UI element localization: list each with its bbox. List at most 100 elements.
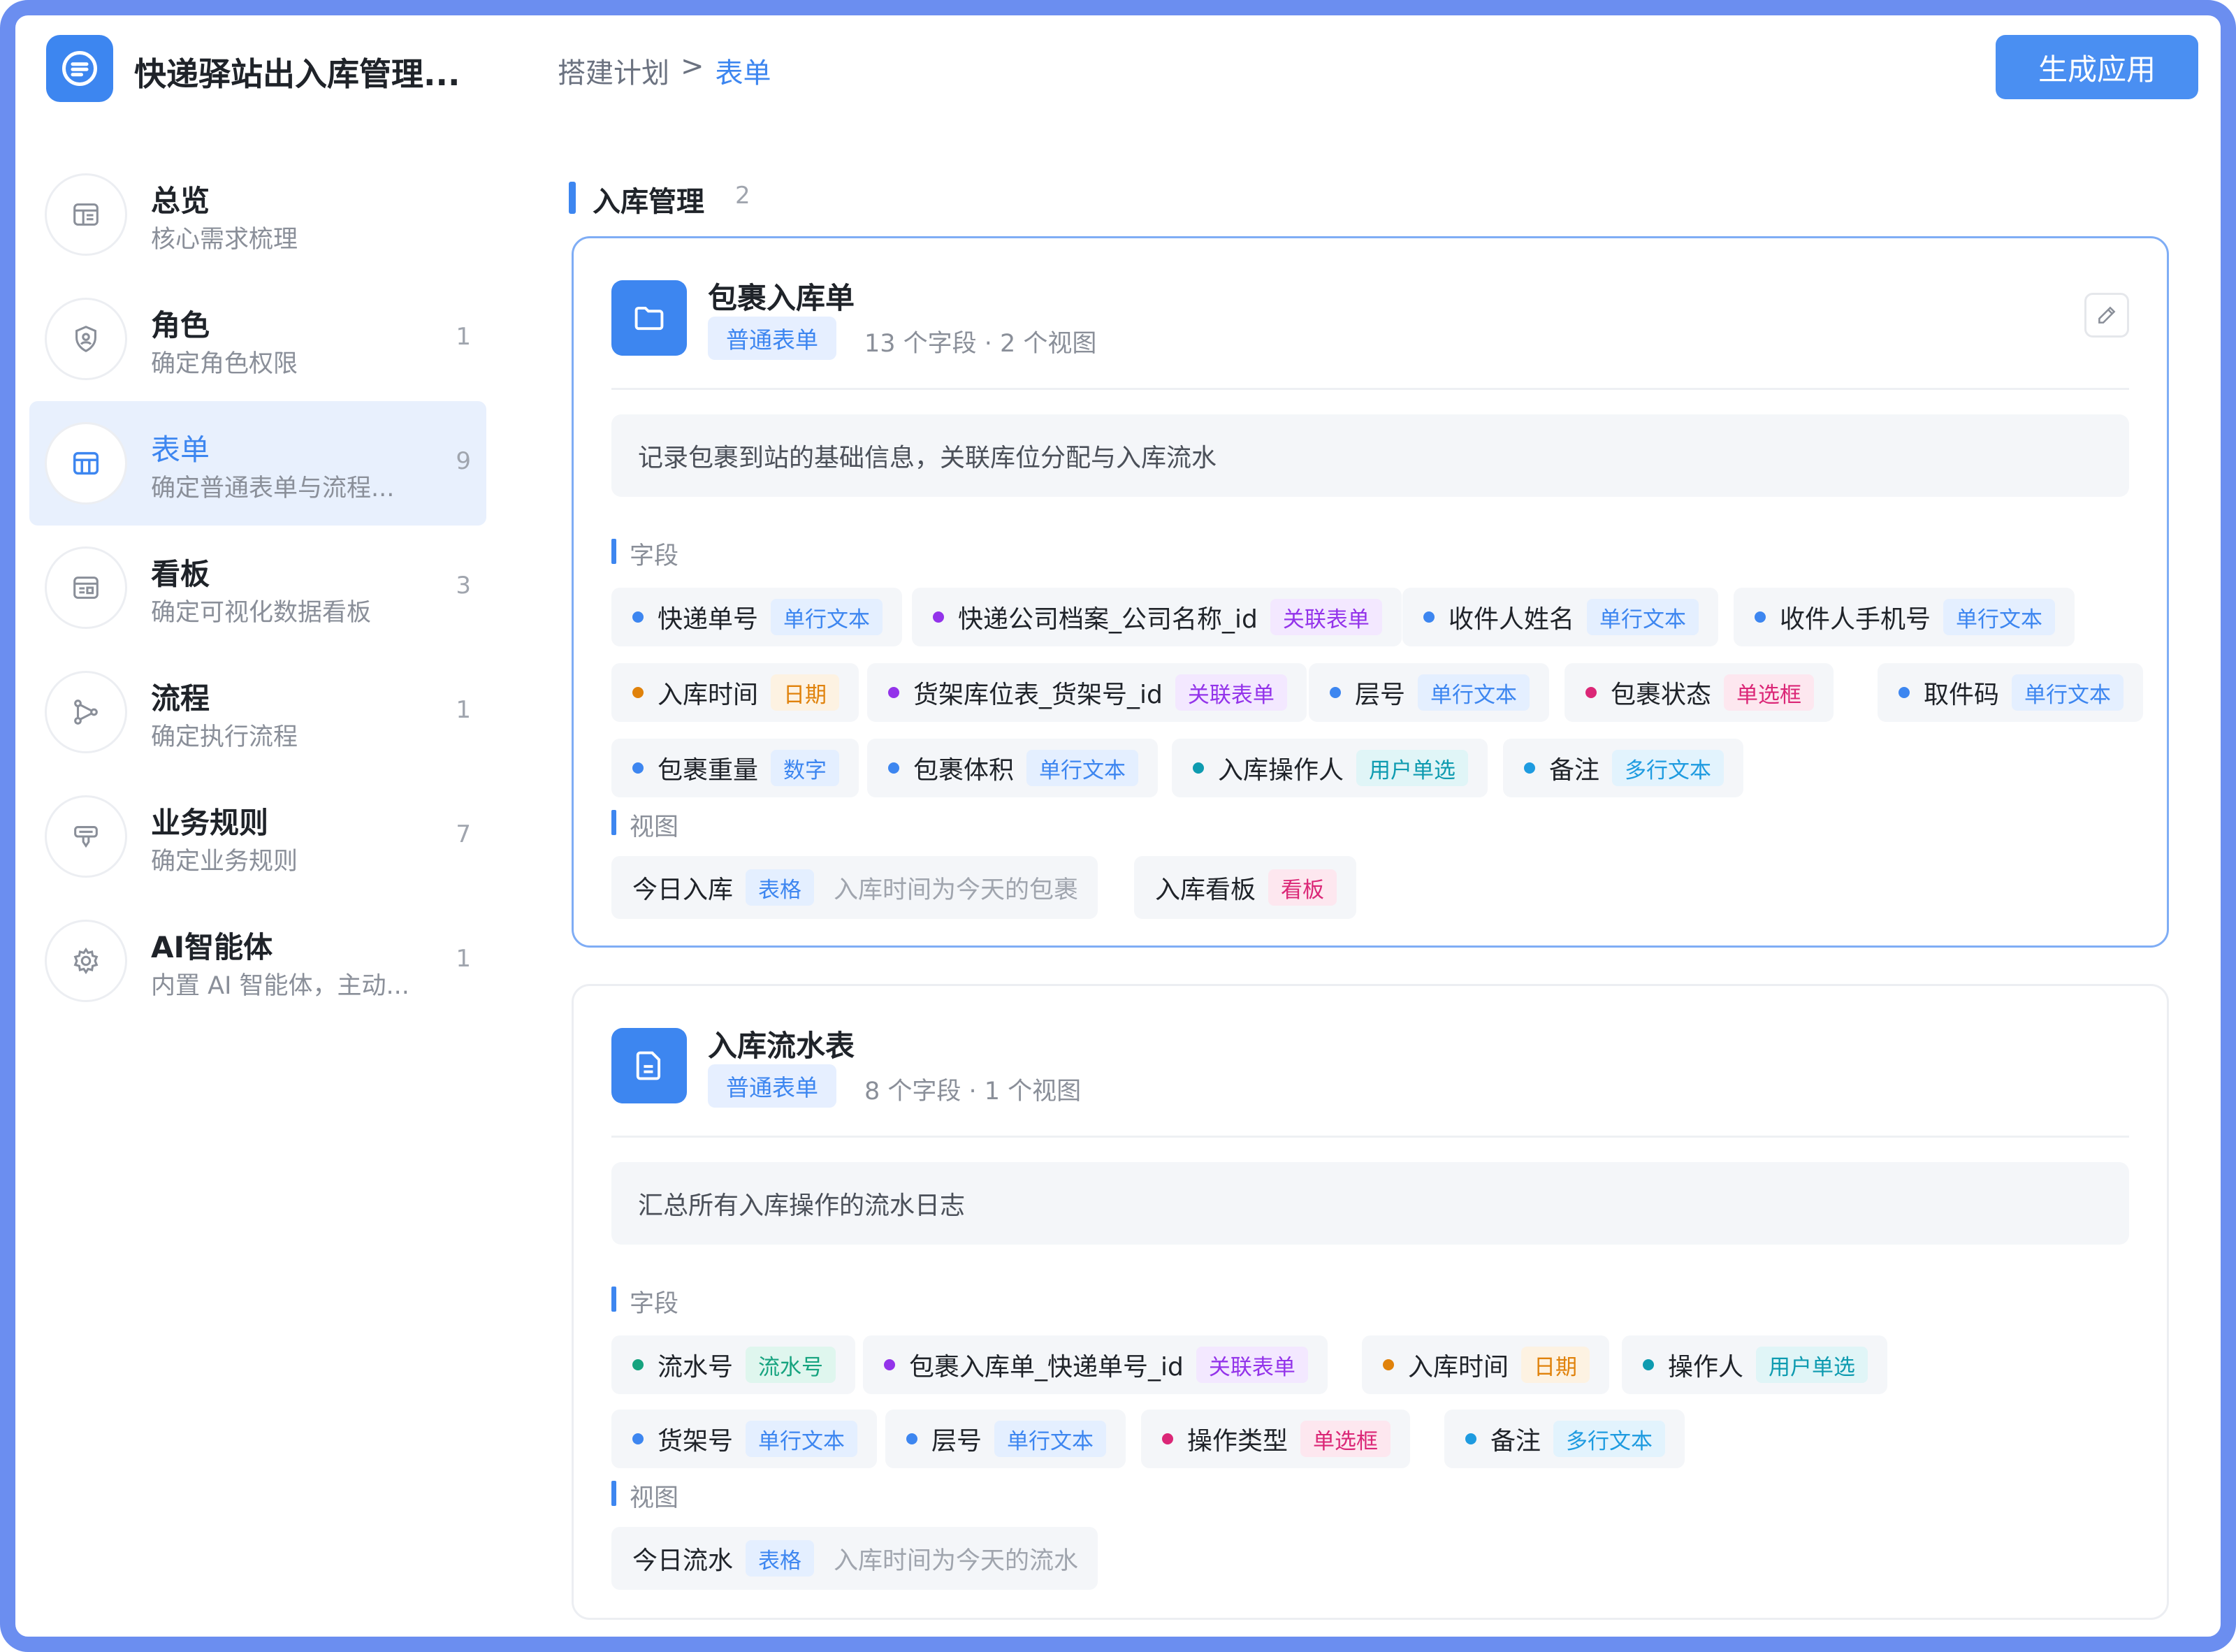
pencil-icon	[2098, 306, 2116, 324]
field-name: 入库操作人	[1218, 756, 1344, 785]
field-chip[interactable]: 操作人 用户单选	[1622, 1335, 1888, 1394]
sidebar-item-label: AI智能体	[151, 930, 273, 964]
form-card[interactable]: 入库流水表 普通表单 8 个字段 · 1 个视图 汇总所有入库操作的流水日志 字…	[572, 984, 2169, 1620]
field-chip[interactable]: 层号 单行文本	[885, 1410, 1126, 1468]
view-name: 今日流水	[632, 1546, 734, 1575]
sidebar-item-label: 总览	[151, 184, 210, 218]
field-dot	[1755, 611, 1766, 623]
field-chip[interactable]: 快递公司档案_公司名称_id 关联表单	[912, 588, 1402, 646]
field-dot	[632, 611, 644, 623]
field-dot	[933, 611, 944, 623]
field-dot	[1585, 687, 1597, 698]
field-chip[interactable]: 包裹状态 单选框	[1565, 663, 1834, 722]
field-chip[interactable]: 备注 多行文本	[1503, 739, 1744, 797]
sidebar-item-role[interactable]: 角色 确定角色权限 1	[29, 277, 486, 401]
breadcrumb: 搭建计划 > 表单	[558, 50, 771, 91]
breadcrumb-parent[interactable]: 搭建计划	[558, 50, 669, 91]
app-logo-icon	[46, 35, 113, 102]
sidebar-item-subtitle: 确定可视化数据看板	[151, 599, 372, 627]
edit-button[interactable]	[2084, 293, 2129, 338]
view-chip[interactable]: 入库看板 看板	[1134, 856, 1357, 919]
breadcrumb-separator: >	[681, 50, 704, 82]
field-dot	[632, 762, 644, 774]
field-chip[interactable]: 收件人手机号 单行文本	[1734, 588, 2075, 646]
view-description: 入库时间为今天的流水	[834, 1546, 1079, 1575]
folder-icon	[611, 280, 687, 356]
field-chip[interactable]: 快递单号 单行文本	[611, 588, 903, 646]
field-chip[interactable]: 入库时间 日期	[1362, 1335, 1610, 1394]
field-name: 备注	[1490, 1427, 1541, 1456]
card-meta: 8 个字段 · 1 个视图	[864, 1078, 1082, 1106]
field-dot	[1465, 1433, 1476, 1444]
sidebar-item-subtitle: 确定执行流程	[151, 723, 298, 751]
sidebar-item-label: 角色	[151, 308, 210, 342]
field-chip[interactable]: 入库操作人 用户单选	[1172, 739, 1488, 797]
field-name: 取件码	[1924, 681, 2000, 709]
fields-label: 字段	[630, 1290, 679, 1318]
views-accent-bar	[611, 1481, 616, 1506]
card-title: 入库流水表	[708, 1029, 855, 1063]
field-type-tag: 单行文本	[746, 1421, 858, 1457]
app-window: 快递驿站出入库管理... 搭建计划 > 表单 生成应用 总览 核心需求梳理 角色…	[15, 15, 2221, 1637]
field-dot	[1524, 762, 1535, 774]
generate-app-button[interactable]: 生成应用	[1996, 35, 2198, 99]
sidebar-item-count: 7	[456, 820, 471, 848]
sidebar-item-subtitle: 确定业务规则	[151, 848, 298, 876]
sidebar-item-overview[interactable]: 总览 核心需求梳理	[29, 152, 486, 277]
view-chip[interactable]: 今日入库 表格 入库时间为今天的包裹	[611, 856, 1098, 919]
field-chip[interactable]: 取件码 单行文本	[1878, 663, 2144, 722]
field-type-tag: 单行文本	[1026, 750, 1139, 786]
dashboard-icon	[45, 546, 127, 629]
field-type-tag: 单行文本	[1943, 599, 2056, 635]
field-chip[interactable]: 入库时间 日期	[611, 663, 859, 722]
field-chip[interactable]: 包裹入库单_快递单号_id 关联表单	[863, 1335, 1328, 1394]
field-name: 快递公司档案_公司名称_id	[958, 605, 1258, 634]
field-dot	[1643, 1359, 1654, 1370]
fields-label: 字段	[630, 542, 679, 570]
breadcrumb-current: 表单	[715, 57, 771, 89]
section-count: 2	[735, 182, 750, 210]
sidebar-item-business-rules[interactable]: 业务规则 确定业务规则 7	[29, 774, 486, 899]
field-chip[interactable]: 流水号 流水号	[611, 1335, 856, 1394]
field-chip[interactable]: 包裹重量 数字	[611, 739, 859, 797]
sidebar-item-dashboard[interactable]: 看板 确定可视化数据看板 3	[29, 526, 486, 650]
field-type-tag: 数字	[771, 750, 840, 786]
form-table-icon	[45, 422, 127, 505]
field-name: 收件人手机号	[1780, 605, 1931, 634]
card-type-badge: 普通表单	[708, 1064, 836, 1108]
field-type-tag: 日期	[771, 674, 840, 711]
card-divider	[611, 388, 2129, 390]
field-name: 收件人姓名	[1449, 605, 1575, 634]
view-chip[interactable]: 今日流水 表格 入库时间为今天的流水	[611, 1527, 1098, 1590]
form-card[interactable]: 包裹入库单 普通表单 13 个字段 · 2 个视图 记录包裹到站的基础信息，关联…	[572, 236, 2169, 948]
field-dot	[888, 762, 899, 774]
sidebar-item-count: 9	[456, 447, 471, 475]
field-chip[interactable]: 包裹体积 单行文本	[867, 739, 1159, 797]
field-name: 流水号	[658, 1353, 734, 1382]
field-chip[interactable]: 层号 单行文本	[1309, 663, 1550, 722]
sidebar-item-label: 业务规则	[151, 806, 269, 840]
sidebar-item-form[interactable]: 表单 确定普通表单与流程... 9	[29, 401, 486, 526]
field-chip[interactable]: 备注 多行文本	[1444, 1410, 1685, 1468]
card-description: 汇总所有入库操作的流水日志	[611, 1162, 2129, 1245]
ai-agent-icon	[45, 920, 127, 1002]
workflow-icon	[45, 671, 127, 753]
sidebar-item-workflow[interactable]: 流程 确定执行流程 1	[29, 650, 486, 774]
sidebar-item-subtitle: 核心需求梳理	[151, 226, 298, 254]
field-type-tag: 单选框	[1724, 674, 1815, 711]
field-type-tag: 单行文本	[1418, 674, 1530, 711]
field-dot	[1162, 1433, 1173, 1444]
field-chip[interactable]: 货架号 单行文本	[611, 1410, 878, 1468]
field-name: 入库时间	[1408, 1353, 1509, 1382]
field-chip[interactable]: 操作类型 单选框	[1141, 1410, 1411, 1468]
field-chip[interactable]: 货架库位表_货架号_id 关联表单	[867, 663, 1307, 722]
role-shield-icon	[45, 298, 127, 380]
overview-icon	[45, 173, 127, 256]
sidebar-item-count: 3	[456, 572, 471, 600]
field-type-tag: 单行文本	[2012, 674, 2124, 711]
field-dot	[884, 1359, 895, 1370]
app-title: 快递驿站出入库管理...	[134, 55, 460, 93]
field-name: 入库时间	[658, 681, 759, 709]
field-chip[interactable]: 收件人姓名 单行文本	[1402, 588, 1719, 646]
sidebar-item-ai-agent[interactable]: AI智能体 内置 AI 智能体，主动... 1	[29, 899, 486, 1023]
